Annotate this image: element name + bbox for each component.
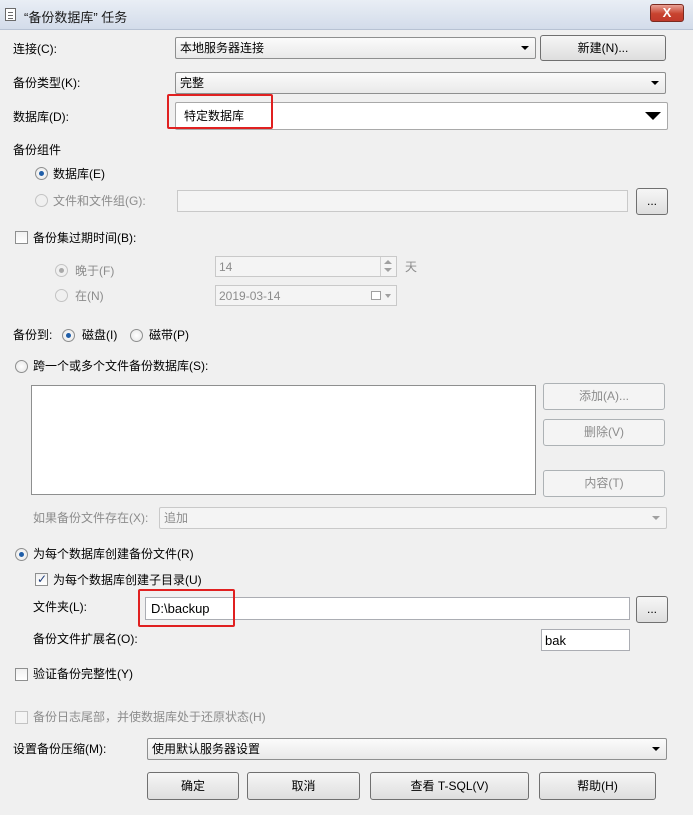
contents-button[interactable]: 内容(T)	[543, 470, 665, 497]
ok-button[interactable]: 确定	[147, 772, 239, 800]
database-radio-label: 数据库(E)	[53, 167, 105, 181]
connection-value: 本地服务器连接	[180, 41, 265, 55]
after-radio[interactable]	[55, 264, 68, 277]
on-date-radio[interactable]	[55, 289, 68, 302]
connection-combo[interactable]: 本地服务器连接	[175, 37, 536, 59]
extension-input[interactable]: bak	[541, 629, 630, 651]
disk-radio[interactable]	[62, 329, 75, 342]
files-browse-button[interactable]: ...	[636, 188, 668, 215]
chevron-down-icon	[652, 516, 660, 520]
files-input[interactable]	[177, 190, 628, 212]
backup-type-label: 备份类型(K):	[13, 76, 81, 90]
close-button[interactable]: X	[650, 4, 684, 22]
subdir-checkbox-label: 为每个数据库创建子目录(U)	[53, 573, 202, 587]
tail-log-label: 备份日志尾部，并使数据库处于还原状态(H)	[33, 710, 266, 724]
after-radio-label: 晚于(F)	[75, 264, 115, 278]
calendar-icon	[371, 291, 381, 300]
date-picker[interactable]: 2019-03-14	[215, 285, 397, 306]
spin-icon[interactable]	[380, 257, 396, 276]
add-button[interactable]: 添加(A)...	[543, 383, 665, 410]
span-files-radio[interactable]	[15, 360, 28, 373]
folder-label: 文件夹(L):	[33, 600, 88, 614]
compression-label: 设置备份压缩(M):	[13, 742, 107, 756]
if-exists-combo[interactable]: 追加	[159, 507, 667, 529]
tape-radio[interactable]	[130, 329, 143, 342]
if-exists-value: 追加	[164, 511, 189, 525]
days-unit-label: 天	[405, 260, 418, 274]
extension-value: bak	[545, 633, 566, 648]
chevron-down-icon	[521, 46, 529, 50]
chevron-down-icon	[652, 747, 660, 751]
days-value: 14	[219, 260, 233, 274]
expiry-checkbox[interactable]	[15, 231, 28, 244]
if-exists-label: 如果备份文件存在(X):	[33, 511, 149, 525]
files-radio[interactable]	[35, 194, 48, 207]
extension-label: 备份文件扩展名(O):	[33, 632, 138, 646]
database-label: 数据库(D):	[13, 110, 69, 124]
folder-browse-button[interactable]: ...	[636, 596, 668, 623]
backup-files-list[interactable]	[31, 385, 536, 495]
chevron-down-icon	[385, 294, 391, 298]
per-db-radio[interactable]	[15, 548, 28, 561]
chevron-down-icon	[651, 81, 659, 85]
per-db-radio-label: 为每个数据库创建备份文件(R)	[33, 547, 194, 561]
tape-radio-label: 磁带(P)	[149, 328, 189, 342]
verify-checkbox-label: 验证备份完整性(Y)	[33, 667, 133, 681]
backup-to-label: 备份到:	[13, 328, 53, 342]
span-files-radio-label: 跨一个或多个文件备份数据库(S):	[33, 359, 209, 373]
files-radio-label: 文件和文件组(G):	[53, 194, 146, 208]
connection-label: 连接(C):	[13, 42, 57, 56]
highlight-box	[138, 589, 235, 627]
highlight-box	[167, 94, 273, 129]
compression-value: 使用默认服务器设置	[152, 742, 261, 756]
components-label: 备份组件	[13, 143, 62, 157]
backup-type-combo[interactable]: 完整	[175, 72, 666, 94]
expiry-checkbox-label: 备份集过期时间(B):	[33, 231, 137, 245]
view-tsql-button[interactable]: 查看 T-SQL(V)	[370, 772, 529, 800]
backup-type-value: 完整	[180, 76, 205, 90]
database-radio[interactable]	[35, 167, 48, 180]
window-icon	[5, 8, 16, 21]
on-date-radio-label: 在(N)	[75, 289, 104, 303]
verify-checkbox[interactable]	[15, 668, 28, 681]
help-button[interactable]: 帮助(H)	[539, 772, 656, 800]
remove-button[interactable]: 删除(V)	[543, 419, 665, 446]
days-spinbox[interactable]: 14	[215, 256, 397, 277]
date-value: 2019-03-14	[219, 289, 281, 303]
disk-radio-label: 磁盘(I)	[82, 328, 118, 342]
compression-combo[interactable]: 使用默认服务器设置	[147, 738, 667, 760]
cancel-button[interactable]: 取消	[247, 772, 360, 800]
window-title: “备份数据库” 任务	[24, 10, 128, 25]
tail-log-checkbox[interactable]	[15, 711, 28, 724]
chevron-down-icon	[645, 112, 661, 120]
new-connection-button[interactable]: 新建(N)...	[540, 35, 666, 61]
subdir-checkbox[interactable]	[35, 572, 48, 586]
